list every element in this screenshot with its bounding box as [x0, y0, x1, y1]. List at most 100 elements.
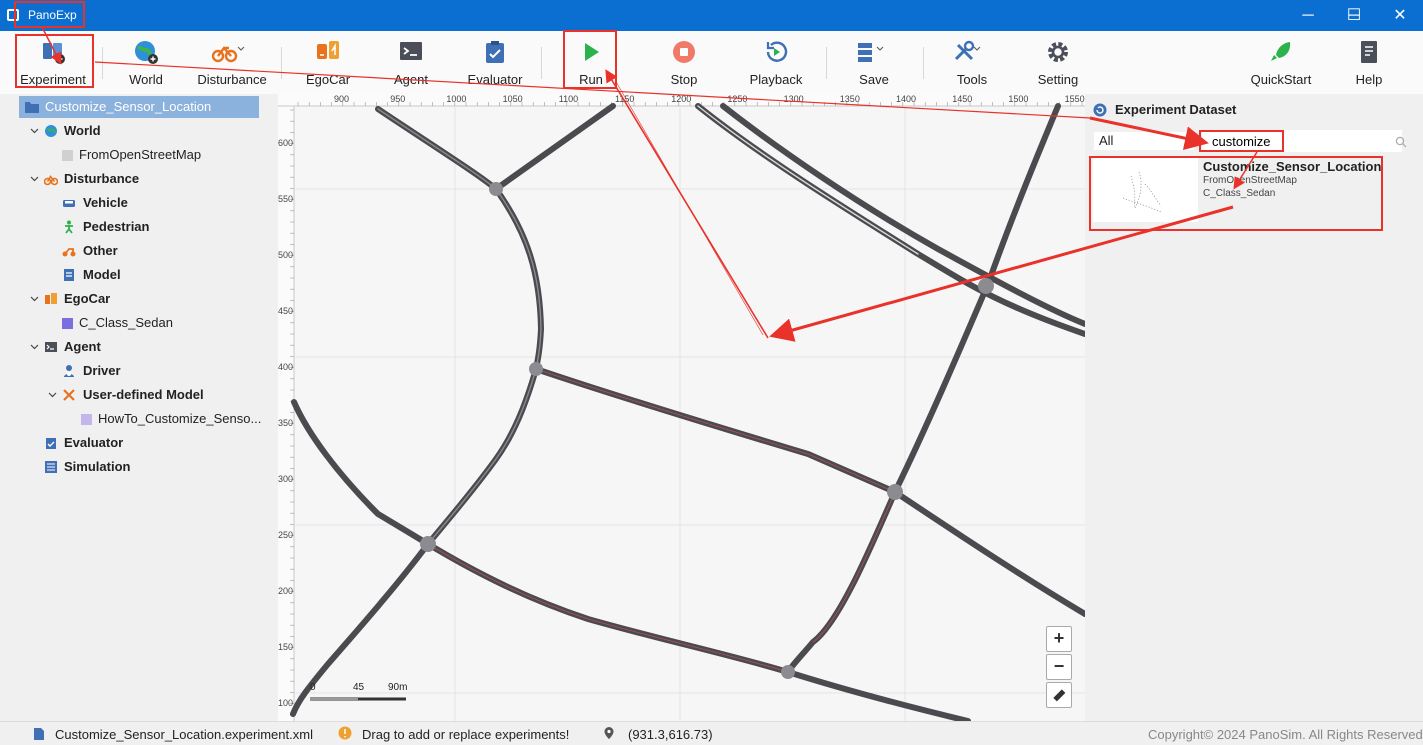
measure-button[interactable] — [1046, 682, 1072, 708]
ruler-x-label: 1200 — [671, 94, 692, 104]
map-roads — [278, 94, 1085, 721]
maximize-button[interactable]: ☐ — [1331, 0, 1377, 31]
ruler-y-label: 200 — [278, 586, 294, 596]
agent-button[interactable]: Agent — [382, 31, 440, 93]
egocar-icon — [317, 41, 339, 59]
simulation-icon — [45, 461, 57, 473]
world-icon — [45, 125, 57, 137]
quickstart-icon — [1271, 42, 1291, 61]
toolbar-divider — [541, 47, 542, 79]
ruler-y-label: 550 — [278, 194, 294, 204]
zoom-in-button[interactable]: + — [1046, 626, 1072, 652]
status-bar: Customize_Sensor_Location.experiment.xml… — [0, 721, 1423, 745]
playback-icon — [766, 41, 788, 62]
toolbar: Experiment World Disturbance EgoCar Agen… — [0, 31, 1423, 95]
ruler-x-label: 900 — [334, 94, 350, 104]
help-button[interactable]: Help — [1347, 31, 1391, 93]
ruler-x-label: 1100 — [558, 94, 579, 104]
world-icon — [135, 41, 158, 64]
car-icon — [63, 200, 75, 207]
driver-icon — [64, 365, 74, 377]
file-icon — [34, 728, 44, 740]
ruler-y-label: 100 — [278, 698, 294, 708]
tools-button[interactable]: Tools — [942, 31, 1002, 93]
scale-label-45: 45 — [353, 682, 365, 693]
motorcycle-icon — [62, 248, 76, 257]
toolbar-divider — [281, 47, 282, 79]
annotation-box-run — [563, 30, 617, 89]
chevron-down-icon — [30, 296, 39, 302]
stop-button[interactable]: Stop — [658, 31, 710, 93]
chevron-down-icon — [48, 392, 57, 398]
ruler-x-label: 1300 — [783, 94, 804, 104]
world-button[interactable]: World — [116, 31, 176, 93]
ruler-x-label: 1400 — [896, 94, 917, 104]
category-filter-select[interactable]: All — [1094, 132, 1194, 150]
map-swatch — [62, 150, 73, 161]
ruler-y-label: 450 — [278, 306, 294, 316]
status-coordinates: (931.3,616.73) — [628, 727, 713, 742]
ruler-x-label: 950 — [390, 94, 406, 104]
chevron-down-icon — [237, 46, 245, 51]
refresh-icon[interactable] — [1093, 103, 1107, 117]
egocar-button[interactable]: EgoCar — [298, 31, 358, 93]
ruler-x-label: 1250 — [727, 94, 748, 104]
stop-icon — [673, 41, 695, 63]
save-button[interactable]: Save — [846, 31, 902, 93]
quickstart-button[interactable]: QuickStart — [1246, 31, 1316, 93]
ruler-x-label: 1150 — [615, 94, 635, 104]
ruler-y-label: 300 — [278, 474, 294, 484]
toolbar-divider — [102, 47, 103, 79]
playback-button[interactable]: Playback — [744, 31, 808, 93]
title-bar: PanoExp ─ — [0, 0, 1423, 31]
ruler-x-label: 1000 — [446, 94, 467, 104]
zoom-out-button[interactable]: − — [1046, 654, 1072, 680]
horizontal-ruler: 900 950 1000 1050 1100 1150 1200 1250 1300 1350 14… — [278, 94, 1085, 106]
evaluator-icon — [46, 438, 56, 449]
chevron-down-icon — [876, 46, 884, 51]
scale-label-90m: 90m — [388, 682, 408, 693]
setting-button[interactable]: Setting — [1030, 31, 1086, 93]
disturbance-icon — [44, 175, 58, 186]
chevron-down-icon — [973, 46, 981, 51]
tree-root-selected[interactable]: Customize_Sensor_Location — [19, 96, 259, 118]
disturbance-button[interactable]: Disturbance — [192, 31, 272, 93]
ruler-y-label: 600 — [278, 138, 294, 148]
ruler-x-label: 1500 — [1008, 94, 1029, 104]
ruler-y-label: 500 — [278, 250, 294, 260]
model-icon — [64, 269, 74, 281]
panel-title: Experiment Dataset — [1115, 102, 1237, 117]
chevron-down-icon — [30, 128, 39, 134]
toolbar-divider — [923, 47, 924, 79]
egocar-icon — [45, 293, 57, 304]
help-icon — [1361, 41, 1377, 63]
close-button[interactable]: ✕ — [1377, 0, 1423, 31]
chevron-down-icon — [30, 176, 39, 182]
pedestrian-icon — [65, 220, 73, 234]
ruler-y-label: 250 — [278, 530, 294, 540]
annotation-box-search — [1199, 130, 1284, 152]
annotation-box-result — [1089, 156, 1383, 231]
setting-icon — [1048, 42, 1068, 62]
evaluator-button[interactable]: Evaluator — [462, 31, 528, 93]
chevron-down-icon — [30, 344, 39, 350]
evaluator-icon — [486, 41, 504, 63]
folder-icon — [25, 102, 39, 113]
model-swatch — [81, 414, 92, 425]
ruler-y-label: 150 — [278, 642, 294, 652]
location-icon — [604, 727, 614, 739]
ruler-y-label: 400 — [278, 362, 294, 372]
annotation-box-title — [14, 1, 85, 28]
minimize-button-glyph[interactable]: ─ — [1285, 0, 1331, 31]
agent-icon — [400, 42, 422, 60]
ruler-x-label: 1350 — [839, 94, 860, 104]
ruler-x-label: 1050 — [502, 94, 523, 104]
status-hint: Drag to add or replace experiments! — [362, 727, 570, 742]
toolbar-divider — [826, 47, 827, 79]
ruler-x-label: 1450 — [952, 94, 973, 104]
map-canvas[interactable]: 900 950 1000 1050 1100 1150 1200 1250 1300 1350 14… — [278, 94, 1085, 721]
search-icon[interactable] — [1395, 136, 1407, 148]
status-file: Customize_Sensor_Location.experiment.xml — [55, 727, 313, 742]
warning-icon — [338, 726, 352, 740]
vertical-ruler: 600 550 500 450 400 350 300 250 200 150 100 — [278, 94, 294, 721]
